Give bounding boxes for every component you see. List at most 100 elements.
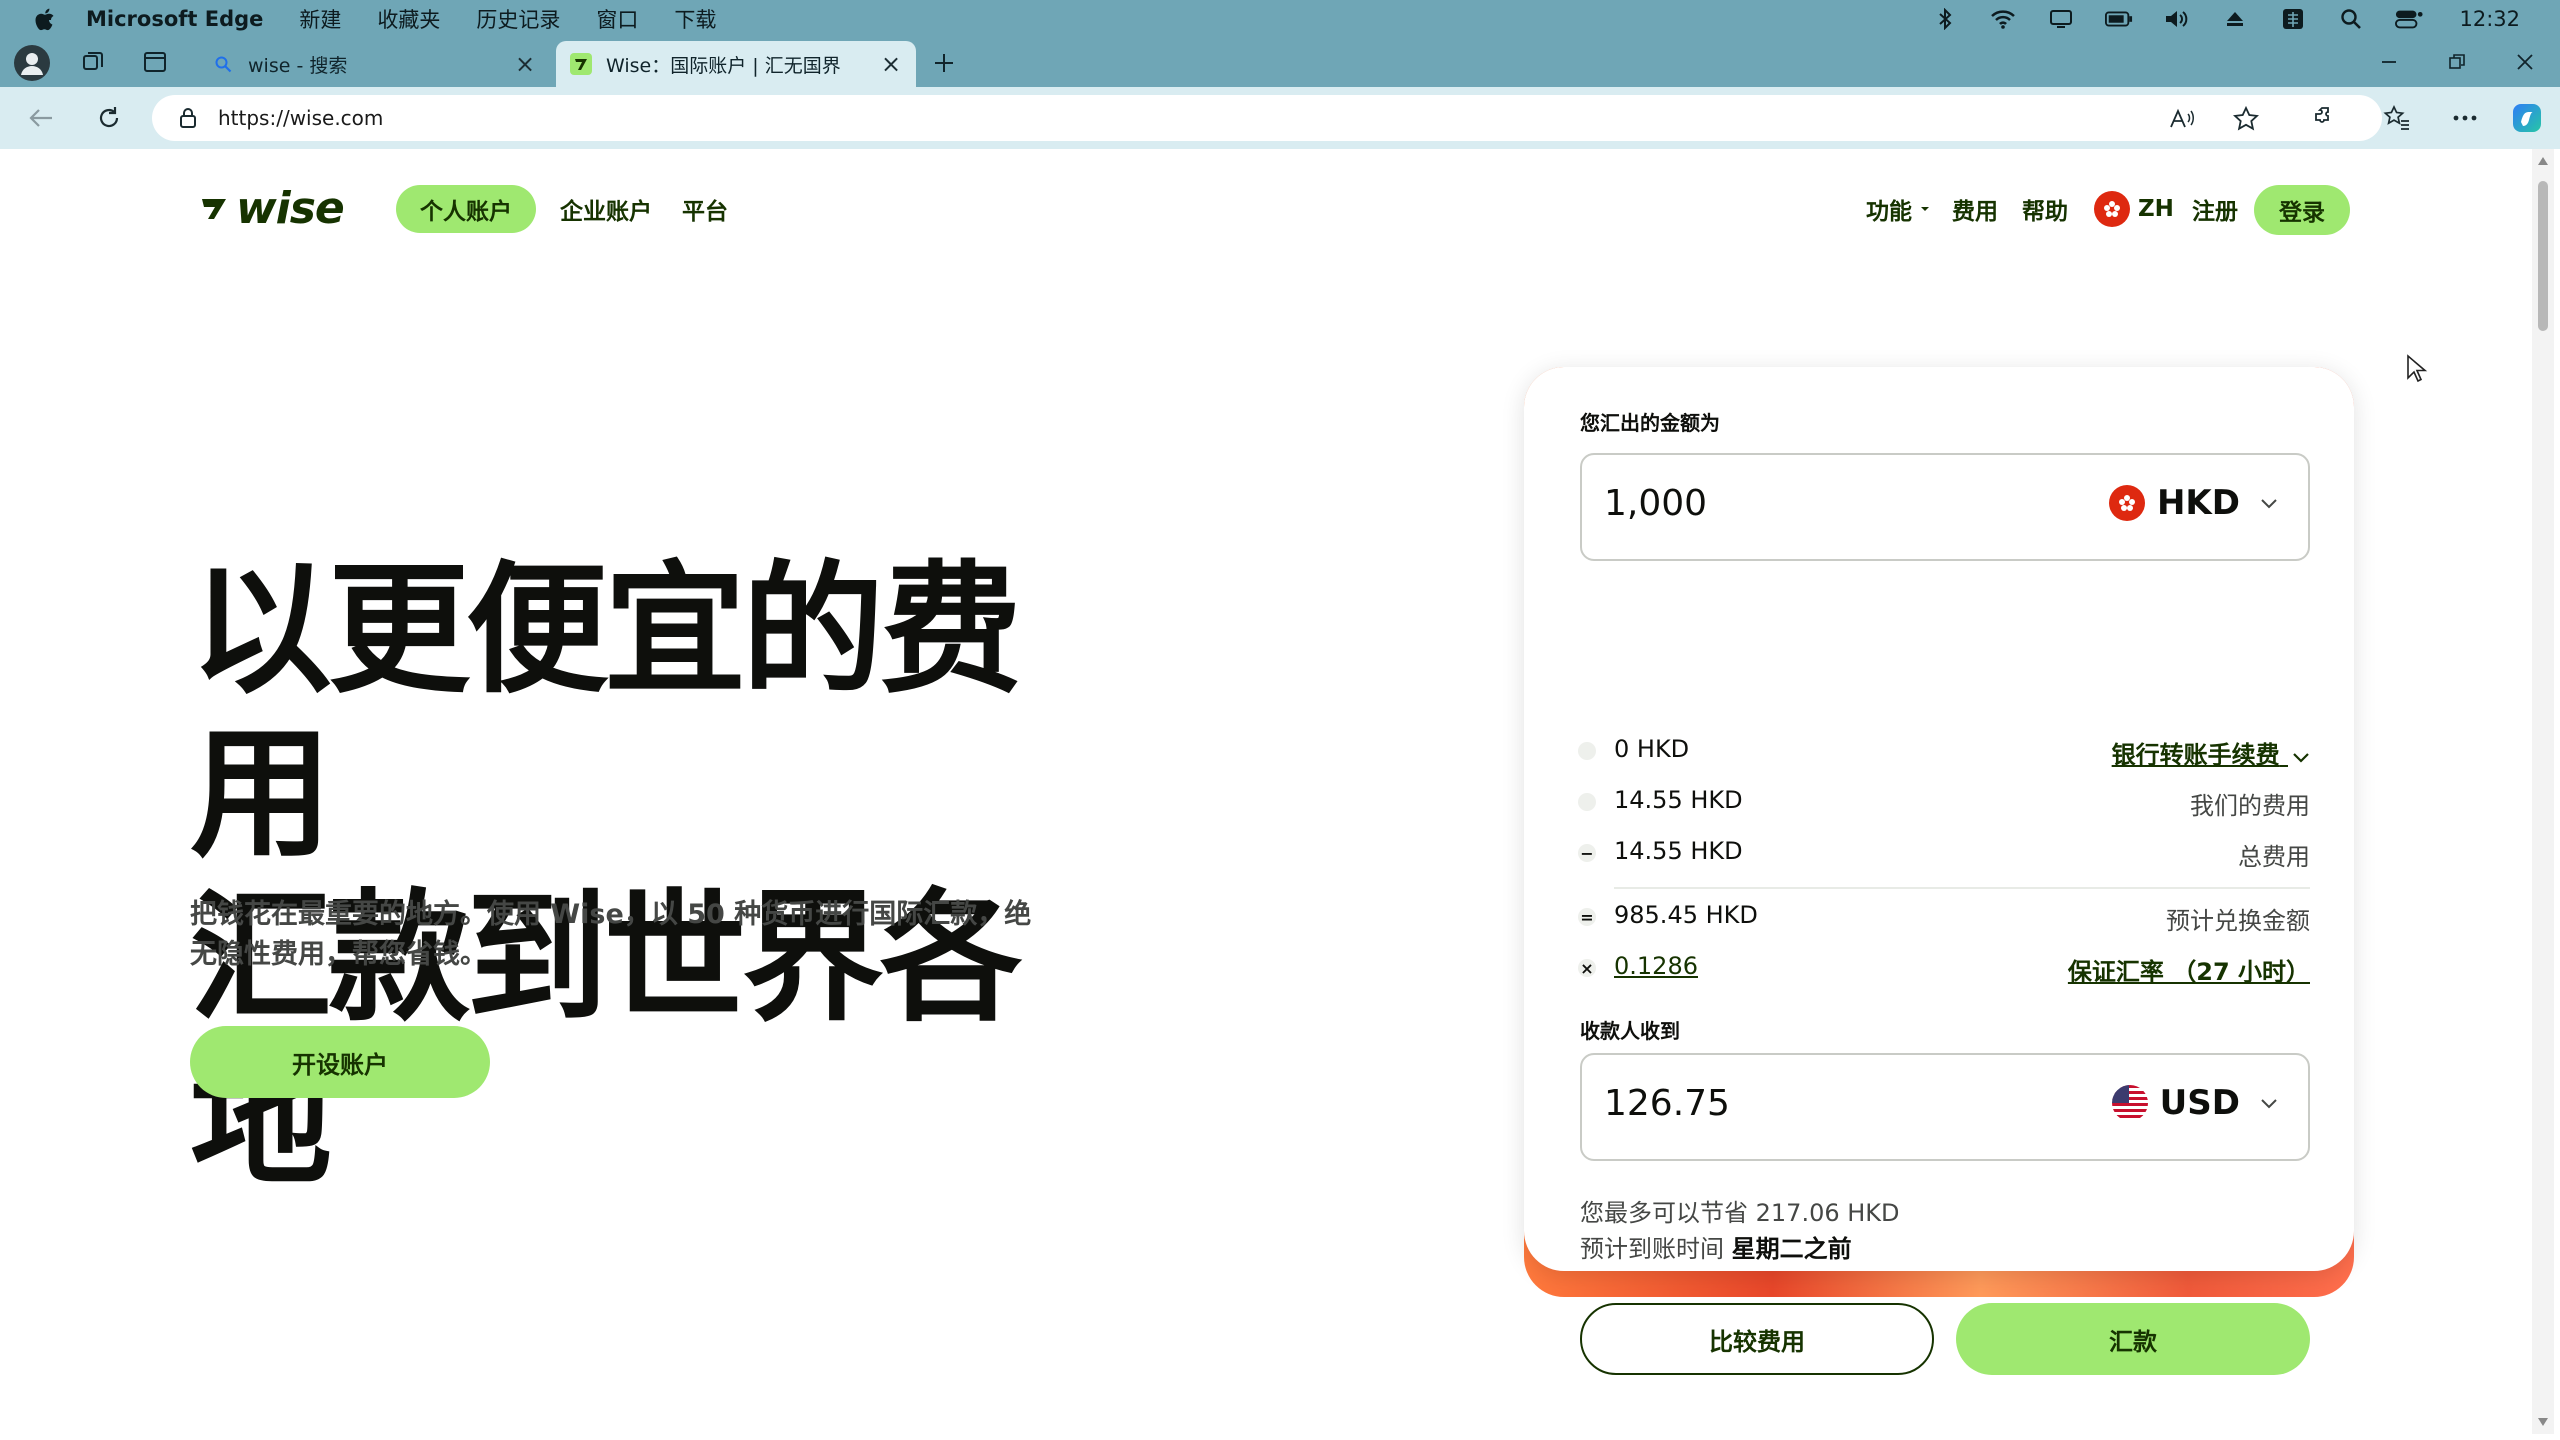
fee-value: 0 HKD — [1614, 735, 1690, 763]
saving-text: 您最多可以节省 217.06 HKD — [1580, 1193, 1900, 1228]
eta-value: 星期二之前 — [1731, 1235, 1852, 1263]
menu-history[interactable]: 历史记录 — [476, 4, 560, 34]
eject-icon[interactable] — [2221, 7, 2249, 31]
send-money-button[interactable]: 汇款 — [1956, 1303, 2310, 1375]
control-center-icon[interactable] — [2395, 7, 2424, 31]
send-amount-label: 您汇出的金额为 — [1580, 411, 1720, 435]
nav-personal[interactable]: 个人账户 — [396, 185, 536, 233]
menu-new[interactable]: 新建 — [299, 4, 341, 34]
fee-value: 14.55 HKD — [1614, 837, 1743, 865]
send-amount-value[interactable]: 1,000 — [1604, 483, 1707, 524]
fee-desc: 我们的费用 — [2190, 792, 2310, 820]
receive-amount-value[interactable]: 126.75 — [1604, 1083, 1730, 1124]
eta-prefix: 预计到账时间 — [1580, 1235, 1732, 1263]
page-scrollbar[interactable] — [2532, 149, 2554, 1434]
fee-value: 14.55 HKD — [1614, 786, 1743, 814]
read-aloud-icon[interactable] — [2168, 105, 2196, 133]
compare-fees-button[interactable]: 比较费用 — [1580, 1303, 1934, 1375]
mouse-cursor-icon — [2407, 354, 2428, 383]
volume-icon[interactable] — [2163, 7, 2191, 31]
page-viewport: wise 个人账户 企业账户 平台 功能 费用 帮助 ZH 注册 登录 以更便宜… — [6, 149, 2532, 1434]
menu-favorites[interactable]: 收藏夹 — [377, 4, 440, 34]
receive-amount-field[interactable]: 126.75 USD — [1580, 1053, 2310, 1161]
clock[interactable]: 12:32 — [2459, 7, 2520, 31]
fee-desc: 总费用 — [2238, 843, 2310, 871]
battery-charging-icon[interactable] — [2105, 7, 2133, 31]
receive-currency-code: USD — [2159, 1083, 2240, 1123]
fee-row-bank: 0 HKD 银行转账手续费 — [1570, 735, 2310, 770]
macos-menubar: Microsoft Edge 新建 收藏夹 历史记录 窗口 下载 12:32 — [0, 0, 2560, 37]
login-button[interactable]: 登录 — [2254, 185, 2350, 235]
guaranteed-rate-link[interactable]: 保证汇率 （27 小时） — [2068, 952, 2310, 987]
send-currency-selector[interactable]: HKD — [2108, 483, 2280, 523]
usa-flag-icon — [2111, 1085, 2148, 1121]
nav-pricing[interactable]: 费用 — [1952, 185, 1998, 233]
hong-kong-flag-icon — [2094, 191, 2130, 227]
tab-wise-search[interactable]: wise - 搜索 × — [198, 41, 550, 87]
tab-wise-home[interactable]: Wise：国际账户 | 汇无国界 × — [556, 41, 916, 87]
scroll-up-arrow-icon[interactable] — [2538, 157, 2548, 165]
close-tab-icon[interactable]: × — [880, 50, 902, 78]
minimize-icon[interactable] — [2374, 47, 2404, 77]
new-tab-plus-icon[interactable] — [928, 47, 960, 79]
hero-subtitle: 把钱花在最重要的地方。使用 Wise，以 50 种货币进行国际汇款，绝 无隐性费… — [190, 895, 1050, 975]
converted-value: 985.45 HKD — [1614, 901, 1758, 929]
spotlight-search-icon[interactable] — [2337, 7, 2365, 31]
app-name[interactable]: Microsoft Edge — [86, 7, 263, 31]
wifi-icon[interactable] — [1989, 7, 2017, 31]
send-amount-field[interactable]: 1,000 HKD — [1580, 453, 2310, 561]
address-bar[interactable]: https://wise.com — [152, 95, 2382, 141]
favorite-star-icon[interactable] — [2232, 105, 2260, 133]
refresh-icon[interactable] — [92, 101, 126, 135]
eta-text: 预计到账时间 星期二之前 — [1580, 1229, 1852, 1264]
workspaces-icon[interactable] — [78, 47, 108, 77]
transfer-calculator: 您汇出的金额为 1,000 HKD 0 HKD 银行转账手续费 14.55 HK… — [1524, 367, 2354, 1375]
menu-downloads[interactable]: 下载 — [674, 4, 716, 34]
apple-icon[interactable] — [30, 4, 60, 34]
vertical-tabs-icon[interactable] — [140, 47, 170, 77]
extensions-icon[interactable] — [2308, 101, 2342, 135]
fee-divider — [1614, 887, 2310, 889]
copilot-icon[interactable] — [2510, 101, 2544, 135]
wise-favicon-icon — [570, 53, 592, 75]
hero-subtitle-line1: 把钱花在最重要的地方。使用 Wise，以 50 种货币进行国际汇款，绝 — [190, 899, 1032, 930]
logo-text: wise — [236, 182, 345, 234]
scroll-down-arrow-icon[interactable] — [2538, 1418, 2548, 1426]
profile-avatar[interactable] — [14, 45, 50, 81]
converted-desc: 预计兑换金额 — [2166, 907, 2310, 935]
hero-title: 以更便宜的费用 汇款到世界各地 — [190, 549, 1150, 1205]
input-method-icon[interactable] — [2279, 7, 2307, 31]
nav-help[interactable]: 帮助 — [2022, 185, 2068, 233]
open-account-button[interactable]: 开设账户 — [190, 1026, 490, 1098]
wise-logo[interactable]: wise — [200, 183, 345, 234]
more-menu-icon[interactable] — [2448, 101, 2482, 135]
close-tab-icon[interactable]: × — [514, 50, 536, 78]
hero-subtitle-line2: 无隐性费用，帮您省钱。 — [190, 939, 487, 970]
nav-register[interactable]: 注册 — [2192, 185, 2238, 233]
receive-currency-selector[interactable]: USD — [2111, 1083, 2280, 1123]
menu-window[interactable]: 窗口 — [596, 4, 638, 34]
fee-dot-icon — [1578, 793, 1596, 811]
scrollbar-thumb[interactable] — [2538, 181, 2548, 331]
bluetooth-icon[interactable] — [1931, 7, 1959, 31]
language-selector[interactable]: ZH — [2094, 185, 2174, 233]
nav-features-label: 功能 — [1866, 199, 1912, 225]
back-arrow-icon[interactable] — [24, 101, 58, 135]
browser-toolbar: https://wise.com — [0, 87, 2560, 149]
display-icon[interactable] — [2047, 7, 2075, 31]
hkd-flag-icon — [2108, 485, 2145, 521]
nav-features[interactable]: 功能 — [1866, 185, 1932, 233]
close-window-icon[interactable] — [2510, 47, 2540, 77]
nav-business[interactable]: 企业账户 — [536, 185, 676, 233]
browser-tabstrip: wise - 搜索 × Wise：国际账户 | 汇无国界 × — [0, 37, 2560, 87]
exchange-rate-link[interactable]: 0.1286 — [1614, 952, 1698, 980]
receive-amount-label: 收款人收到 — [1580, 1019, 1680, 1043]
url-text[interactable]: https://wise.com — [218, 106, 383, 130]
favorites-list-icon[interactable] — [2380, 101, 2414, 135]
lock-icon[interactable] — [176, 106, 200, 130]
bank-fee-dropdown[interactable]: 银行转账手续费 — [2112, 735, 2310, 770]
nav-platform[interactable]: 平台 — [658, 185, 752, 233]
minus-icon: − — [1578, 844, 1596, 863]
restore-icon[interactable] — [2442, 47, 2472, 77]
tab-title: wise - 搜索 — [248, 54, 348, 77]
